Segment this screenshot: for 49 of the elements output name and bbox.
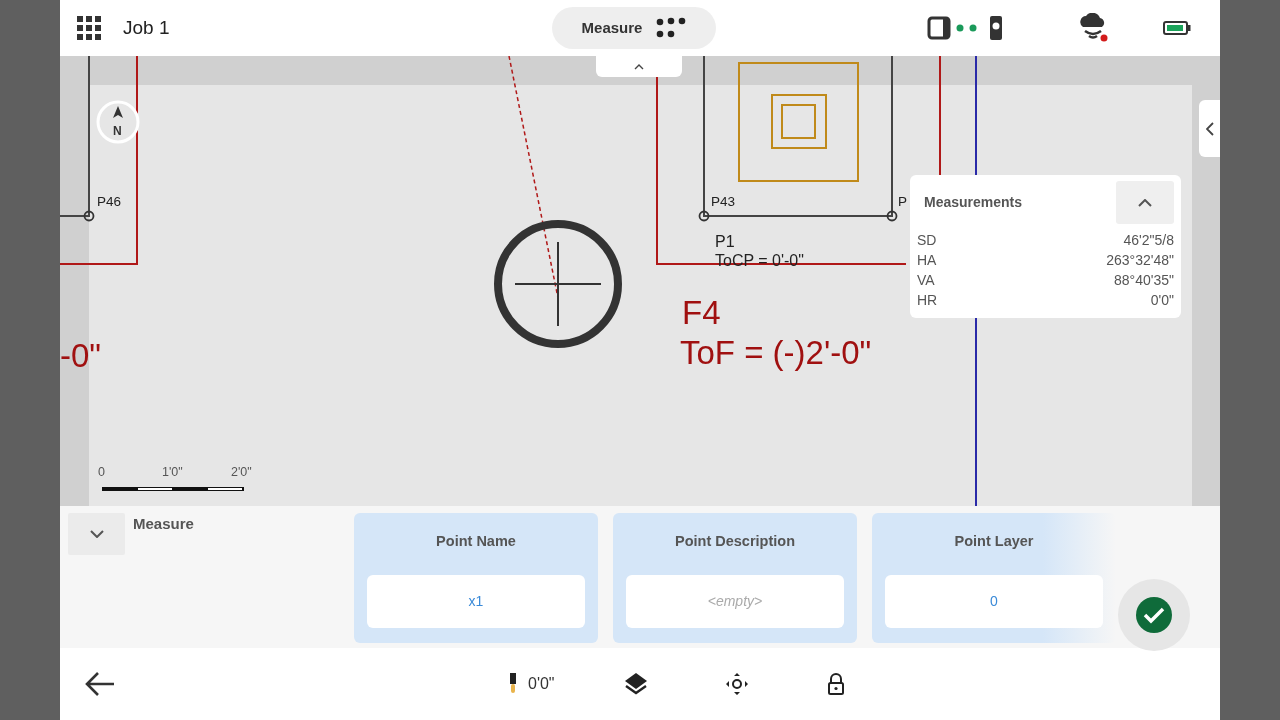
chevron-up-icon bbox=[634, 63, 644, 70]
input-field[interactable]: x1 bbox=[367, 574, 585, 628]
input-field[interactable]: <empty> bbox=[626, 574, 844, 628]
measurement-label: HR bbox=[917, 291, 938, 310]
chevron-left-icon bbox=[1205, 121, 1214, 136]
sheet-title: Measure bbox=[133, 514, 194, 534]
stake-label: P1 bbox=[715, 233, 735, 250]
point-label: P46 bbox=[97, 194, 122, 209]
measurement-value: 0'0" bbox=[1150, 291, 1174, 310]
side-panel-tab[interactable] bbox=[1199, 100, 1220, 157]
target-height-button[interactable]: 0'0" bbox=[508, 672, 555, 696]
measurement-value: 88°40'35" bbox=[1114, 271, 1174, 290]
feature-label: F4 bbox=[682, 294, 721, 331]
measure-mode-button[interactable]: Measure bbox=[551, 7, 717, 49]
lock-button[interactable] bbox=[826, 673, 845, 695]
measurement-value: 263°32'48" bbox=[1106, 251, 1174, 270]
chevron-down-icon bbox=[89, 530, 104, 538]
field-label: Point Description bbox=[674, 532, 795, 551]
back-arrow-icon[interactable] bbox=[84, 671, 116, 697]
scale-label: 1'0" bbox=[162, 465, 183, 479]
measurement-label: SD bbox=[917, 231, 937, 250]
point-label: P43 bbox=[711, 194, 736, 209]
input-field[interactable]: 0 bbox=[885, 574, 1103, 628]
point-marker[interactable] bbox=[698, 210, 710, 222]
chevron-up-icon bbox=[1138, 198, 1152, 207]
check-circle-icon bbox=[1135, 596, 1173, 634]
scale-label: 0 bbox=[98, 465, 105, 479]
north-label: N bbox=[113, 124, 122, 138]
field-label: Point Name bbox=[436, 532, 516, 551]
move-icon bbox=[724, 672, 749, 696]
point-marker[interactable] bbox=[83, 210, 95, 222]
dots-icon bbox=[656, 17, 687, 39]
point-marker[interactable] bbox=[886, 210, 898, 222]
offset-label: -0" bbox=[60, 337, 102, 374]
measurement-label: HA bbox=[917, 251, 937, 270]
lock-icon bbox=[826, 673, 845, 695]
prism-pole-icon bbox=[508, 673, 518, 695]
pan-button[interactable] bbox=[724, 672, 749, 696]
menu-icon[interactable] bbox=[77, 16, 101, 40]
job-title: Job 1 bbox=[123, 15, 170, 40]
battery-icon bbox=[1163, 20, 1191, 36]
field-label: Point Layer bbox=[954, 532, 1034, 551]
panel-title: Measurements bbox=[924, 193, 1023, 212]
cloud-signal-icon[interactable] bbox=[1077, 13, 1109, 43]
scale-label: 2'0" bbox=[231, 465, 252, 479]
point-label: P bbox=[898, 194, 907, 209]
measurement-value: 46'2"5/8 bbox=[1123, 231, 1174, 250]
measurement-label: VA bbox=[917, 271, 935, 290]
feature-offset-label: ToF = (-)2'-0" bbox=[680, 334, 872, 371]
